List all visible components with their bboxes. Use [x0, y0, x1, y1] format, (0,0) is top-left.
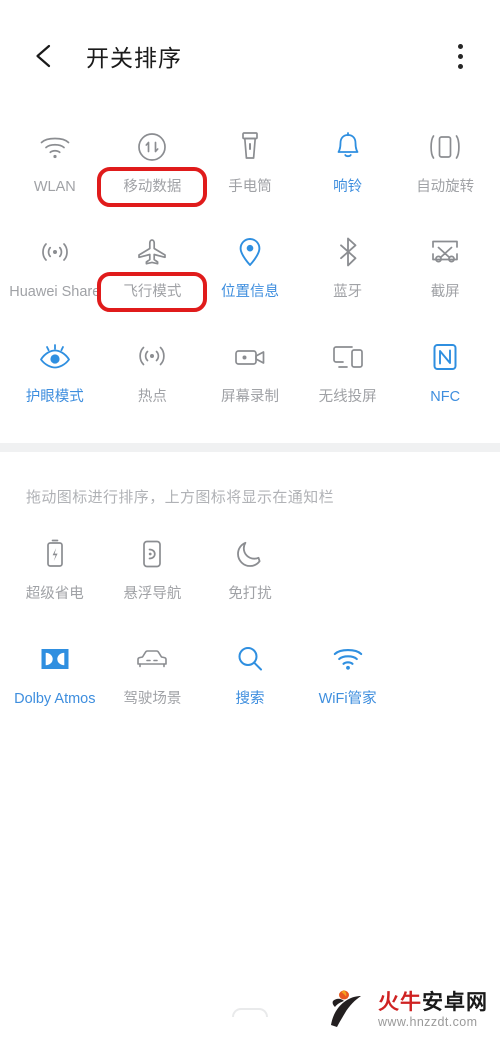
battery-saver-icon [32, 533, 78, 575]
page-title: 开关排序 [86, 45, 182, 71]
settings-screen: 开关排序 WLAN 移动数据 手电筒 响铃 自动旋转 Huawei Share … [0, 0, 500, 1039]
tile-wlan[interactable]: WLAN [6, 112, 104, 217]
huawei-share-icon [32, 231, 78, 273]
mobile-data-icon [129, 126, 175, 168]
tile-empty-slot [299, 519, 397, 624]
tile-screenshot[interactable]: 截屏 [396, 217, 494, 322]
tile-empty-slot [396, 519, 494, 624]
hidden-panel-grid-row-one: 超级省电 悬浮导航 免打扰 [0, 513, 500, 624]
tile-label: 搜索 [235, 691, 265, 707]
site-watermark: 火牛安卓网 www.hnzzdt.com [319, 979, 488, 1029]
location-pin-icon [227, 231, 273, 273]
tile-label: 飞行模式 [123, 284, 182, 300]
tile-label: 驾驶场景 [123, 691, 182, 707]
watermark-logo-icon [319, 979, 371, 1029]
search-icon [227, 638, 273, 680]
car-drive-icon [129, 638, 175, 680]
section-divider [0, 443, 500, 452]
tile-dolby-atmos[interactable]: Dolby Atmos [6, 624, 104, 729]
watermark-brand-black: 安卓网 [422, 990, 488, 1014]
notification-panel-grid: WLAN 移动数据 手电筒 响铃 自动旋转 Huawei Share 飞行模式 … [0, 112, 500, 427]
tile-label: Dolby Atmos [14, 691, 96, 707]
tile-search[interactable]: 搜索 [201, 624, 299, 729]
tile-label: 移动数据 [123, 179, 182, 195]
back-button[interactable] [26, 37, 64, 75]
tile-driving-mode[interactable]: 驾驶场景 [104, 624, 202, 729]
eye-comfort-icon [32, 336, 78, 378]
tile-mobile-data[interactable]: 移动数据 [97, 112, 208, 217]
hidden-panel-grid-row-two: Dolby Atmos 驾驶场景 搜索 WiFi管家 [0, 624, 500, 729]
bell-icon [325, 126, 371, 168]
tile-label: NFC [430, 389, 461, 405]
tile-eye-comfort[interactable]: 护眼模式 [6, 322, 104, 427]
tile-label: 位置信息 [220, 284, 279, 300]
tile-huawei-share[interactable]: Huawei Share [6, 217, 104, 322]
tile-empty-slot [396, 624, 494, 729]
tile-label: Huawei Share [9, 284, 101, 300]
tile-label: 超级省电 [25, 586, 84, 602]
more-options-button[interactable] [442, 36, 478, 76]
bluetooth-icon [325, 231, 371, 273]
flashlight-icon [227, 126, 273, 168]
tile-nfc[interactable]: NFC [396, 322, 494, 427]
dolby-atmos-icon [32, 638, 78, 680]
tile-label: 悬浮导航 [123, 586, 182, 602]
tile-label: 手电筒 [228, 179, 272, 195]
tile-flashlight[interactable]: 手电筒 [201, 112, 299, 217]
more-vertical-icon-dot [457, 53, 463, 59]
tile-cast-screen[interactable]: 无线投屏 [299, 322, 397, 427]
wifi-icon [32, 126, 78, 168]
tile-super-power-saving[interactable]: 超级省电 [6, 519, 104, 624]
auto-rotate-icon [422, 126, 468, 168]
tile-label: 免打扰 [228, 586, 272, 602]
tile-label: 自动旋转 [416, 179, 475, 195]
floating-nav-icon [129, 533, 175, 575]
airplane-icon [129, 231, 175, 273]
screen-record-icon [227, 336, 273, 378]
tile-label: 截屏 [430, 284, 460, 300]
arrow-left-icon [36, 44, 51, 68]
tile-floating-nav[interactable]: 悬浮导航 [104, 519, 202, 624]
watermark-url: www.hnzzdt.com [378, 1015, 478, 1029]
tile-wifi-manager[interactable]: WiFi管家 [299, 624, 397, 729]
nfc-icon [422, 336, 468, 378]
tile-label: 响铃 [333, 179, 363, 195]
hotspot-icon [129, 336, 175, 378]
tile-label: 屏幕录制 [220, 389, 279, 405]
tile-label: WLAN [33, 179, 76, 195]
nav-bar-hint [232, 1008, 268, 1017]
tile-label: 热点 [137, 389, 167, 405]
tile-screen-record[interactable]: 屏幕录制 [201, 322, 299, 427]
moon-dnd-icon [227, 533, 273, 575]
tile-label: 无线投屏 [318, 389, 377, 405]
tile-location[interactable]: 位置信息 [201, 217, 299, 322]
tile-label: 护眼模式 [25, 389, 84, 405]
more-vertical-icon-dot [457, 63, 463, 69]
wifi-manager-icon [325, 638, 371, 680]
tile-bluetooth[interactable]: 蓝牙 [299, 217, 397, 322]
watermark-brand-red: 火牛 [378, 990, 422, 1014]
tile-auto-rotate[interactable]: 自动旋转 [396, 112, 494, 217]
tile-airplane-mode[interactable]: 飞行模式 [97, 217, 208, 322]
tile-label: WiFi管家 [318, 691, 377, 707]
screenshot-icon [422, 231, 468, 273]
drag-hint-text: 拖动图标进行排序，上方图标将显示在通知栏 [26, 489, 335, 506]
cast-screen-icon [325, 336, 371, 378]
tile-ringer[interactable]: 响铃 [299, 112, 397, 217]
tile-do-not-disturb[interactable]: 免打扰 [201, 519, 299, 624]
watermark-text: 火牛安卓网 www.hnzzdt.com [378, 990, 488, 1029]
more-vertical-icon-dot [457, 43, 463, 49]
tile-hotspot[interactable]: 热点 [104, 322, 202, 427]
app-header: 开关排序 [0, 0, 500, 112]
tile-label: 蓝牙 [333, 284, 363, 300]
